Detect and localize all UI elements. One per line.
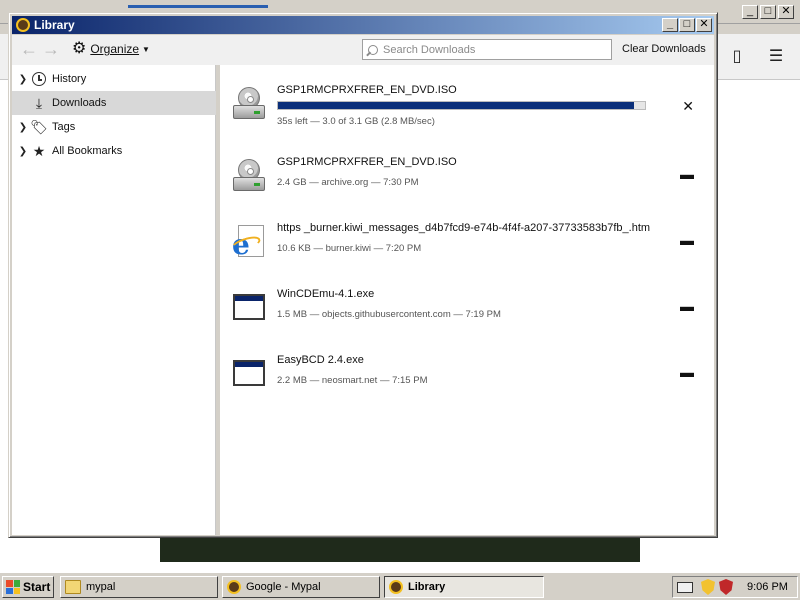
- taskbar-button-google-mypal[interactable]: Google - Mypal: [222, 576, 380, 598]
- download-filename: GSP1RMCPRXFRER_EN_DVD.ISO: [277, 156, 457, 168]
- download-filename: https _burner.kiwi_messages_d4b7fcd9-e74…: [277, 222, 651, 234]
- sidebar-item-all-bookmarks[interactable]: ❯ ★ All Bookmarks: [12, 139, 216, 163]
- search-downloads-input[interactable]: Search Downloads: [362, 39, 612, 60]
- expand-chevron-icon[interactable]: ❯: [16, 146, 30, 157]
- library-titlebar[interactable]: Library _ □ ✕: [12, 16, 714, 34]
- cancel-icon[interactable]: ✕: [682, 99, 694, 113]
- download-filename: WinCDEmu-4.1.exe: [277, 288, 375, 300]
- folder-icon: [65, 580, 81, 594]
- sidebar-item-tags[interactable]: ❯ 🏷 Tags: [12, 115, 216, 139]
- taskbar-button-label: mypal: [86, 581, 116, 593]
- mypal-icon: [389, 580, 403, 594]
- search-placeholder: Search Downloads: [383, 43, 476, 56]
- disc-icon: [232, 159, 266, 193]
- clock-icon: [30, 70, 48, 88]
- library-title: Library: [34, 18, 75, 32]
- folder-icon[interactable]: ▬: [680, 233, 694, 247]
- taskbar-button-label: Google - Mypal: [246, 581, 321, 593]
- expand-chevron-icon[interactable]: ❯: [16, 122, 30, 133]
- download-status: 10.6 KB — burner.kiwi — 7:20 PM: [277, 243, 422, 254]
- download-filename: EasyBCD 2.4.exe: [277, 354, 364, 366]
- keyboard-icon[interactable]: [677, 581, 693, 593]
- sidebar-item-label: All Bookmarks: [52, 145, 123, 157]
- sidebar-item-label: Tags: [52, 121, 76, 133]
- start-label: Start: [23, 580, 51, 594]
- downloads-list: GSP1RMCPRXFRER_EN_DVD.ISO 35s left — 3.0…: [220, 65, 714, 535]
- ie-page-icon: e: [229, 225, 266, 259]
- gear-icon: ⚙: [72, 40, 87, 57]
- hamburger-menu-icon[interactable]: ☰: [765, 46, 787, 68]
- library-toolbar: ← → ⚙ Organize ▼ Search Downloads Clear …: [12, 35, 714, 65]
- maximize-button[interactable]: □: [679, 18, 695, 32]
- clear-downloads-button[interactable]: Clear Downloads: [618, 41, 710, 59]
- mypal-icon: [227, 580, 241, 594]
- background-close-button[interactable]: ✕: [778, 5, 794, 19]
- taskbar-button-library[interactable]: Library: [384, 576, 544, 598]
- antivirus-shield-icon[interactable]: [719, 579, 733, 595]
- mypal-app-icon: [16, 18, 30, 32]
- folder-icon[interactable]: ▬: [680, 365, 694, 379]
- security-shield-icon[interactable]: [701, 579, 715, 595]
- sidebar-toggle-icon[interactable]: ▯: [726, 46, 748, 68]
- download-status: 2.2 MB — neosmart.net — 7:15 PM: [277, 375, 428, 386]
- organize-label: Organize: [90, 42, 140, 56]
- download-item[interactable]: EasyBCD 2.4.exe 2.2 MB — neosmart.net — …: [220, 343, 714, 409]
- start-button[interactable]: Start: [2, 576, 54, 598]
- exe-window-icon: [232, 357, 266, 387]
- download-progress-bar: [277, 101, 646, 110]
- sidebar-item-label: History: [52, 73, 87, 85]
- library-sidebar: ❯ History ⤓ Downloads ❯ 🏷 Tags ❯ ★ All B…: [12, 65, 216, 535]
- forward-arrow-icon[interactable]: →: [42, 40, 60, 58]
- taskbar-button-label: Library: [408, 581, 446, 593]
- back-arrow-icon[interactable]: ←: [20, 40, 38, 58]
- taskbar: Start mypal Google - Mypal Library 9:06 …: [0, 572, 800, 600]
- sidebar-item-label: Downloads: [52, 97, 107, 109]
- download-status: 1.5 MB — objects.githubusercontent.com —…: [277, 309, 501, 320]
- exe-window-icon: [232, 291, 266, 321]
- progress-fill: [278, 102, 634, 109]
- download-status: 2.4 GB — archive.org — 7:30 PM: [277, 177, 419, 188]
- tag-icon: 🏷: [30, 118, 48, 135]
- minimize-button[interactable]: _: [662, 18, 678, 32]
- clock[interactable]: 9:06 PM: [747, 581, 788, 593]
- background-page-dark-block: [160, 535, 640, 562]
- organize-menu-button[interactable]: ⚙ Organize ▼: [72, 41, 150, 57]
- windows-logo-icon: [6, 580, 20, 594]
- folder-icon[interactable]: ▬: [680, 167, 694, 181]
- download-status: 35s left — 3.0 of 3.1 GB (2.8 MB/sec): [277, 116, 435, 127]
- background-tab-indicator: [128, 5, 268, 8]
- disc-icon: [232, 87, 266, 121]
- search-icon: [368, 44, 378, 55]
- system-tray: 9:06 PM: [672, 576, 798, 598]
- download-icon: ⤓: [35, 94, 43, 111]
- download-item[interactable]: GSP1RMCPRXFRER_EN_DVD.ISO 35s left — 3.0…: [220, 73, 714, 139]
- library-window: Library _ □ ✕ ← → ⚙ Organize ▼ Search Do…: [8, 12, 718, 538]
- close-button[interactable]: ✕: [696, 18, 712, 32]
- download-filename: GSP1RMCPRXFRER_EN_DVD.ISO: [277, 84, 457, 96]
- chevron-down-icon: ▼: [142, 44, 150, 54]
- star-icon: ★: [32, 142, 46, 159]
- download-item[interactable]: e https _burner.kiwi_messages_d4b7fcd9-e…: [220, 211, 714, 277]
- download-item[interactable]: GSP1RMCPRXFRER_EN_DVD.ISO 2.4 GB — archi…: [220, 145, 714, 211]
- sidebar-item-history[interactable]: ❯ History: [12, 67, 216, 91]
- taskbar-button-mypal-folder[interactable]: mypal: [60, 576, 218, 598]
- sidebar-item-downloads[interactable]: ⤓ Downloads: [12, 91, 216, 115]
- folder-icon[interactable]: ▬: [680, 299, 694, 313]
- download-item[interactable]: WinCDEmu-4.1.exe 1.5 MB — objects.github…: [220, 277, 714, 343]
- background-minimize-button[interactable]: _: [742, 5, 758, 19]
- background-maximize-button[interactable]: □: [760, 5, 776, 19]
- expand-chevron-icon[interactable]: ❯: [16, 74, 30, 85]
